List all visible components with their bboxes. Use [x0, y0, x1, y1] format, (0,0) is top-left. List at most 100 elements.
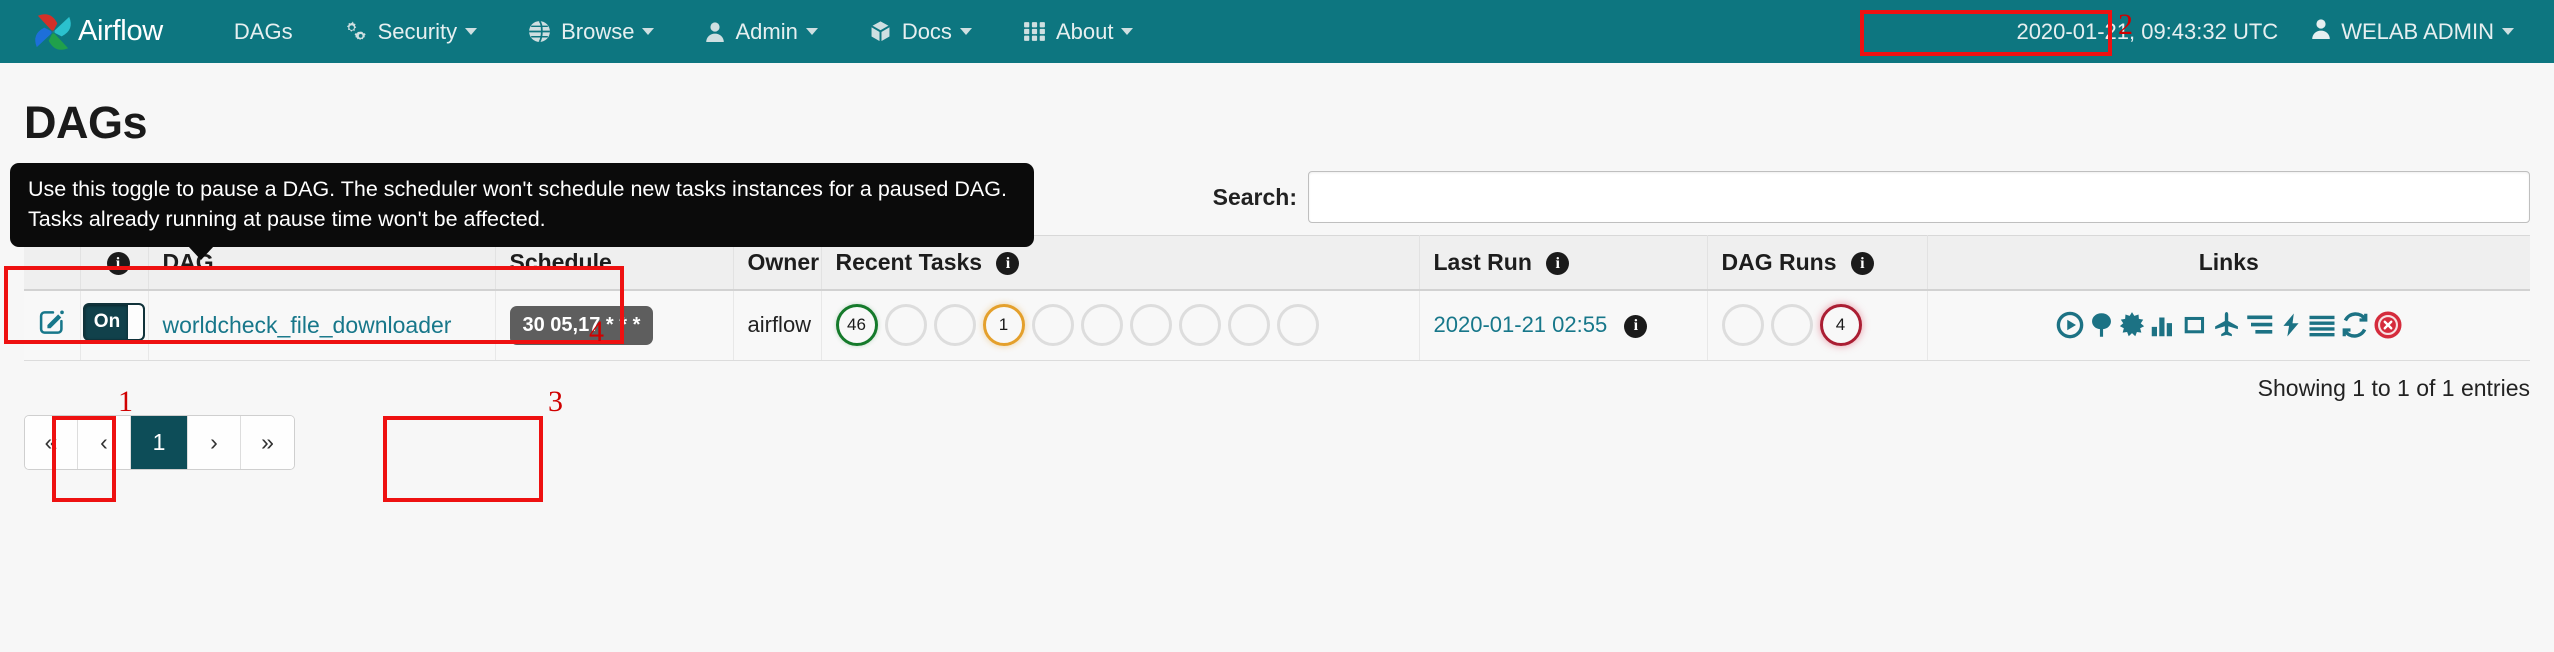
dags-table: i DAG Schedule Owner Recent Tasks i Last… [24, 235, 2530, 361]
landing-times-icon[interactable] [2213, 310, 2242, 340]
tooltip-arrow-icon [188, 246, 214, 260]
cell-dag-id: worldcheck_file_downloader [148, 290, 496, 361]
user-menu[interactable]: WELAB ADMIN [2292, 17, 2528, 47]
chevron-down-icon [642, 28, 655, 35]
nav-item-about[interactable]: About [997, 0, 1159, 63]
cell-schedule: 30 05,17 * * * [495, 290, 734, 361]
recent-tasks-circles: 46 1 [835, 304, 1405, 347]
dag-run-circle-1[interactable] [1770, 304, 1813, 347]
graph-view-icon[interactable] [2118, 310, 2146, 340]
nav-item-label: DAGs [233, 18, 293, 44]
brand-label: Airflow [78, 15, 163, 47]
tree-view-icon[interactable] [2088, 310, 2115, 340]
th-recent-tasks-label: Recent Tasks [835, 249, 983, 275]
annotation-number-3: 3 [548, 385, 563, 418]
last-page-button[interactable]: » [241, 415, 294, 469]
recent-task-circle-running-legacy[interactable] [884, 304, 927, 347]
th-links: Links [1927, 235, 2530, 291]
recent-task-circle-success[interactable]: 46 [835, 304, 878, 347]
recent-task-circle-running[interactable]: 1 [982, 304, 1025, 347]
nav-item-security[interactable]: Security [318, 0, 502, 63]
gears-icon [343, 19, 369, 45]
trigger-dag-icon[interactable] [2055, 310, 2085, 340]
info-icon[interactable]: i [106, 252, 130, 276]
gantt-icon[interactable] [2245, 310, 2275, 340]
recent-task-circle-7[interactable] [1178, 304, 1221, 347]
search-area: Search: [1213, 171, 2530, 223]
th-dag-runs: DAG Runs i [1707, 235, 1928, 291]
table-toolbar: Use this toggle to pause a DAG. The sche… [10, 157, 2530, 260]
last-run-link[interactable]: 2020-01-21 02:55 [1434, 312, 1608, 337]
search-input[interactable] [1308, 171, 2530, 223]
airflow-pinwheel-logo-icon [26, 5, 80, 59]
recent-task-circle-2[interactable] [933, 304, 976, 347]
globe-icon [527, 19, 552, 44]
annotation-number-4: 4 [589, 315, 604, 348]
cell-last-run: 2020-01-21 02:55 i [1419, 290, 1708, 361]
nav-item-admin[interactable]: Admin [679, 0, 842, 63]
chevron-down-icon [959, 28, 972, 35]
brand-home-link[interactable]: Airflow [26, 5, 163, 59]
nav-item-browse[interactable]: Browse [502, 0, 679, 63]
chevron-down-icon [2502, 28, 2514, 35]
toggle-knob [128, 305, 143, 340]
details-icon[interactable] [2278, 310, 2304, 340]
pagination: « ‹ 1 › » [24, 414, 295, 470]
cell-edit [24, 290, 81, 361]
nav-item-docs[interactable]: Docs [843, 0, 997, 63]
page-1-button[interactable]: 1 [131, 415, 188, 469]
recent-task-circle-9[interactable] [1276, 304, 1319, 347]
top-navbar: Airflow DAGs Security Browse Admin Docs … [0, 0, 2554, 63]
info-icon[interactable]: i [1546, 252, 1570, 276]
chevron-down-icon [1121, 28, 1134, 35]
cell-recent-tasks: 46 1 [821, 290, 1420, 361]
prev-page-button[interactable]: ‹ [78, 415, 131, 469]
recent-task-circle-5[interactable] [1080, 304, 1123, 347]
page-title: DAGs [24, 97, 148, 148]
recent-task-circle-4[interactable] [1031, 304, 1074, 347]
table-footer: « ‹ 1 › » Showing 1 to 1 of 1 entries [24, 374, 2530, 470]
cell-links [1927, 290, 2530, 361]
showing-entries-text: Showing 1 to 1 of 1 entries [2257, 374, 2530, 401]
schedule-badge[interactable]: 30 05,17 * * * [509, 305, 654, 345]
recent-task-circle-8[interactable] [1227, 304, 1270, 347]
dag-run-circle-0[interactable] [1721, 304, 1764, 347]
pause-tooltip-text: Use this toggle to pause a DAG. The sche… [28, 177, 1007, 231]
nav-item-label: Admin [735, 18, 798, 44]
nav-item-label: About [1055, 18, 1114, 44]
recent-task-circle-6[interactable] [1129, 304, 1172, 347]
info-icon[interactable]: i [1624, 314, 1648, 338]
cell-dag-runs: 4 [1707, 290, 1928, 361]
nav-item-label: Docs [901, 18, 952, 44]
dags-table-body: On worldcheck_file_downloader 30 05,17 *… [24, 290, 2530, 361]
grid-icon [1022, 19, 1047, 44]
th-dag-runs-label: DAG Runs [1721, 249, 1837, 275]
navbar-right: 2020-01-21, 09:43:32 UTC WELAB ADMIN [2002, 9, 2528, 55]
info-icon[interactable]: i [1850, 252, 1874, 276]
th-last-run: Last Run i [1419, 235, 1708, 291]
dag-run-circle-failed[interactable]: 4 [1819, 304, 1862, 347]
user-menu-label: WELAB ADMIN [2341, 18, 2494, 44]
navbar-clock: 2020-01-21, 09:43:32 UTC [2016, 18, 2279, 44]
dag-id-link[interactable]: worldcheck_file_downloader [163, 312, 452, 338]
search-label: Search: [1212, 183, 1297, 210]
dag-pause-toggle[interactable]: On [83, 303, 145, 342]
nav-item-dags[interactable]: DAGs [209, 0, 318, 63]
task-tries-icon[interactable] [2182, 310, 2210, 340]
first-page-button[interactable]: « [25, 415, 78, 469]
user-icon [2310, 17, 2332, 47]
annotation-number-1: 1 [118, 385, 133, 418]
annotation-number-2: 2 [2118, 8, 2133, 41]
next-page-button[interactable]: › [188, 415, 241, 469]
code-icon[interactable] [2307, 310, 2337, 340]
table-row: On worldcheck_file_downloader 30 05,17 *… [24, 290, 2530, 361]
cell-pause-toggle: On [80, 290, 149, 361]
delete-dag-icon[interactable] [2373, 310, 2403, 340]
th-last-run-label: Last Run [1433, 249, 1532, 275]
edit-pencil-icon[interactable] [37, 310, 66, 342]
refresh-icon[interactable] [2340, 310, 2370, 340]
dag-links [1942, 310, 2517, 340]
dag-runs-circles: 4 [1721, 304, 1913, 347]
task-duration-icon[interactable] [2149, 310, 2179, 340]
info-icon[interactable]: i [996, 252, 1020, 276]
